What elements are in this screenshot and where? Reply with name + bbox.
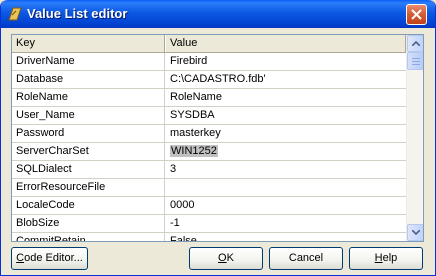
code-editor-label: ode Editor... (24, 252, 83, 264)
selected-value-text: WIN1252 (170, 145, 218, 157)
value-cell[interactable]: Firebird (166, 53, 406, 70)
help-label: elp (382, 252, 398, 264)
key-cell[interactable]: ErrorResourceFile (12, 179, 165, 196)
key-cell[interactable]: DriverName (12, 53, 165, 70)
table-row[interactable]: SQLDialect 3 (12, 161, 406, 179)
table-row[interactable]: BlobSize -1 (12, 215, 406, 233)
key-cell[interactable]: User_Name (12, 107, 165, 124)
value-cell[interactable]: SYSDBA (166, 107, 406, 124)
value-list-editor-dialog: Value List editor Key Value DriverName F… (0, 0, 436, 276)
table-row[interactable]: DriverName Firebird (12, 53, 406, 71)
code-editor-button[interactable]: Code Editor... (11, 247, 88, 270)
key-cell[interactable]: CommitRetain (12, 233, 165, 241)
table-row[interactable]: User_Name SYSDBA (12, 107, 406, 125)
title-bar[interactable]: Value List editor (1, 0, 435, 28)
mnemonic-o: O (218, 252, 227, 264)
key-cell[interactable]: BlobSize (12, 215, 165, 232)
table-row[interactable]: CommitRetain False (12, 233, 406, 241)
value-cell[interactable]: 3 (166, 161, 406, 178)
table-row[interactable]: Database C:\CADASTRO.fdb' (12, 71, 406, 89)
grid-rows: Key Value DriverName Firebird Database C… (12, 35, 406, 241)
window-title: Value List editor (27, 6, 128, 21)
mnemonic-c: C (16, 252, 25, 264)
vertical-scrollbar[interactable] (406, 35, 423, 241)
scroll-thumb[interactable] (407, 52, 423, 70)
grid-header: Key Value (12, 35, 406, 53)
mnemonic-h: H (374, 252, 383, 264)
thumb-grip (412, 61, 420, 62)
value-cell[interactable]: RoleName (166, 89, 406, 106)
close-icon (411, 9, 422, 20)
key-cell[interactable]: ServerCharSet (12, 143, 165, 160)
table-row[interactable]: ErrorResourceFile (12, 179, 406, 197)
value-cell[interactable]: -1 (166, 215, 406, 232)
key-cell[interactable]: Database (12, 71, 165, 88)
value-column-header[interactable]: Value (166, 35, 406, 52)
close-button[interactable] (406, 4, 427, 25)
key-cell[interactable]: Password (12, 125, 165, 142)
thumb-grip (412, 58, 420, 59)
table-row-selected[interactable]: ServerCharSet WIN1252 (12, 143, 406, 161)
key-cell[interactable]: SQLDialect (12, 161, 165, 178)
cancel-button[interactable]: Cancel (269, 247, 343, 270)
key-column-header[interactable]: Key (12, 35, 165, 52)
value-list-grid[interactable]: Key Value DriverName Firebird Database C… (11, 34, 424, 242)
scroll-down-button[interactable] (407, 224, 423, 241)
value-cell[interactable]: C:\CADASTRO.fdb' (166, 71, 406, 88)
thumb-grip (412, 64, 420, 65)
table-row[interactable]: LocaleCode 0000 (12, 197, 406, 215)
value-cell[interactable]: 0000 (166, 197, 406, 214)
chevron-up-icon (412, 41, 420, 46)
scroll-up-button[interactable] (407, 35, 423, 52)
value-cell[interactable] (166, 179, 406, 196)
value-cell[interactable]: masterkey (166, 125, 406, 142)
key-cell[interactable]: LocaleCode (12, 197, 165, 214)
value-cell-selected[interactable]: WIN1252 (166, 143, 406, 160)
ok-button[interactable]: OK (189, 247, 263, 270)
chevron-down-icon (412, 230, 420, 235)
table-row[interactable]: Password masterkey (12, 125, 406, 143)
help-button[interactable]: Help (349, 247, 423, 270)
delphi-app-icon (7, 6, 23, 22)
value-cell[interactable]: False (166, 233, 406, 241)
ok-label: K (226, 252, 234, 264)
key-cell[interactable]: RoleName (12, 89, 165, 106)
table-row[interactable]: RoleName RoleName (12, 89, 406, 107)
